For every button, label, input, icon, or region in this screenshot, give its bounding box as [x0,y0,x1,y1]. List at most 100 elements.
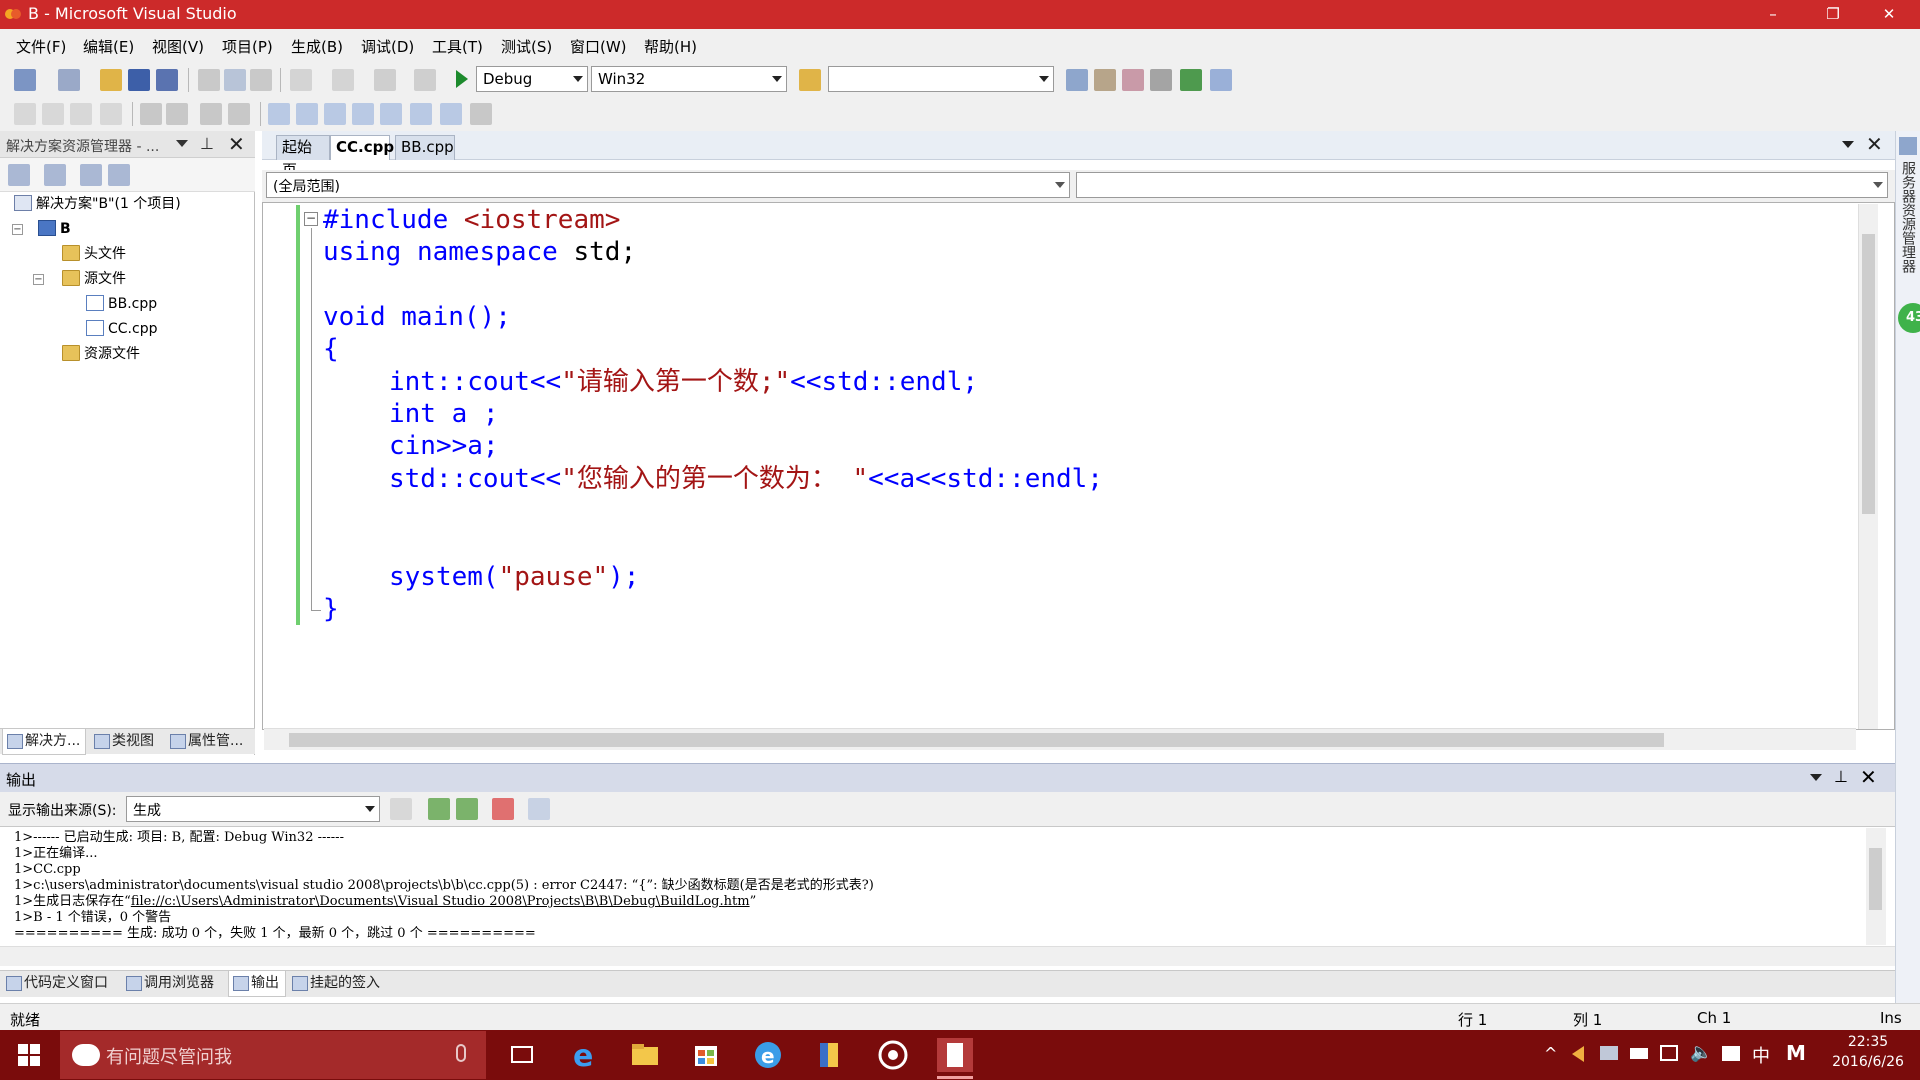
bookmark-next-folder-icon[interactable] [380,103,402,125]
member-dropdown[interactable] [1076,172,1888,198]
add-item-icon[interactable] [58,69,80,91]
windows-start-icon[interactable] [18,1044,40,1066]
start-debugging-icon[interactable] [456,70,468,88]
tab-property-manager[interactable]: 属性管... [166,729,252,755]
indent-icon[interactable] [166,103,188,125]
next-message-icon[interactable] [456,798,478,820]
redo-icon[interactable] [332,69,354,91]
collapse-icon[interactable]: − [33,274,44,285]
menu-window[interactable]: 窗口(W) [570,36,627,57]
battery-icon[interactable] [1630,1048,1648,1059]
store-icon[interactable] [688,1038,724,1072]
tree-folder-sources[interactable]: 源文件 [62,268,126,290]
tree-file-cc[interactable]: CC.cpp [86,318,157,340]
menu-view[interactable]: 视图(V) [152,36,204,57]
tray-device-icon[interactable] [1600,1046,1618,1060]
outdent-icon[interactable] [140,103,162,125]
find-combo[interactable] [828,66,1054,92]
tree-folder-headers[interactable]: 头文件 [62,243,126,265]
ime-indicator[interactable]: 中 [1752,1042,1770,1068]
chevron-down-icon[interactable] [176,140,188,147]
solution-platform-dropdown[interactable]: Win32 [591,66,787,92]
notification-badge[interactable]: 43 [1898,303,1920,333]
tab-solution-explorer[interactable]: 解决方... [2,729,86,755]
copy-icon[interactable] [224,69,246,91]
tree-file-bb[interactable]: BB.cpp [86,293,157,315]
menu-build[interactable]: 生成(B) [291,36,343,57]
bookmark-prev-icon[interactable] [296,103,318,125]
menu-project[interactable]: 项目(P) [222,36,273,57]
menu-file[interactable]: 文件(F) [16,36,66,57]
scroll-thumb[interactable] [289,733,1664,747]
toolbox-icon[interactable] [1150,69,1172,91]
folder-app-icon[interactable] [811,1038,847,1072]
member-list-icon[interactable] [14,103,36,125]
task-view-icon[interactable] [504,1038,540,1072]
server-explorer-label[interactable]: 服务器资源管理器 [1900,161,1916,273]
chevron-down-icon[interactable] [1842,141,1854,148]
pin-icon[interactable]: ⊥ [200,134,214,153]
tree-solution[interactable]: 解决方案"B"(1 个项目) [14,193,181,215]
navigate-backward-icon[interactable] [374,69,396,91]
close-button[interactable]: ✕ [1866,0,1912,29]
refresh-icon[interactable] [80,164,102,186]
tab-output[interactable]: 输出 [228,971,286,997]
collapse-icon[interactable]: − [12,224,23,235]
class-diagram-icon[interactable] [108,164,130,186]
scope-dropdown[interactable]: (全局范围) [266,172,1070,198]
parameter-info-icon[interactable] [42,103,64,125]
go-to-code-icon[interactable] [390,798,412,820]
save-all-icon[interactable] [156,69,178,91]
bookmark-toggle-icon[interactable] [268,103,290,125]
cut-icon[interactable] [198,69,220,91]
output-source-dropdown[interactable]: 生成 [126,796,380,822]
properties-icon[interactable] [8,164,30,186]
tab-cc-cpp[interactable]: CC.cpp [330,135,394,160]
scroll-thumb[interactable] [1869,848,1882,910]
pin-icon[interactable]: ⊥ [1834,767,1848,786]
scroll-thumb[interactable] [1862,234,1875,514]
build-log-link[interactable]: file://c:\Users\Administrator\Documents\… [131,894,750,909]
more-windows-icon[interactable] [1210,69,1232,91]
prev-message-icon[interactable] [428,798,450,820]
minimize-button[interactable]: – [1750,0,1796,29]
tab-class-view[interactable]: 类视图 [90,729,164,755]
solution-config-dropdown[interactable]: Debug [476,66,588,92]
menu-debug[interactable]: 调试(D) [361,36,414,57]
paste-icon[interactable] [250,69,272,91]
tree-folder-resources[interactable]: 资源文件 [62,343,140,365]
output-text-area[interactable]: 1>------ 已启动生成: 项目: B, 配置: Debug Win32 -… [0,826,1895,946]
close-icon[interactable]: ✕ [1860,765,1877,789]
menu-tools[interactable]: 工具(T) [432,36,483,57]
navigate-forward-icon[interactable] [414,69,436,91]
close-icon[interactable]: ✕ [1866,132,1883,156]
edge-icon[interactable]: e [566,1038,602,1074]
ie-icon[interactable]: e [750,1038,786,1072]
tab-start-page[interactable]: 起始页 [276,135,330,179]
show-hidden-icons-icon[interactable]: ^ [1544,1044,1557,1063]
bookmark-next-icon[interactable] [324,103,346,125]
undo-icon[interactable] [290,69,312,91]
new-project-icon[interactable] [14,69,36,91]
action-center-icon[interactable] [1722,1046,1740,1061]
volume-icon[interactable]: 🔈 [1690,1042,1712,1063]
editor-vertical-scrollbar[interactable] [1858,204,1878,729]
tab-call-browser[interactable]: 调用浏览器 [122,971,226,997]
properties-icon[interactable] [1094,69,1116,91]
clear-bookmarks-icon[interactable] [470,103,492,125]
outline-collapse-icon[interactable]: − [304,212,318,226]
open-file-icon[interactable] [100,69,122,91]
tree-project[interactable]: B [38,218,71,240]
object-browser-icon[interactable] [1122,69,1144,91]
clear-all-icon[interactable] [492,798,514,820]
output-vertical-scrollbar[interactable] [1866,828,1886,945]
taskbar-search-box[interactable]: 有问题尽管问我 [60,1031,486,1079]
uncomment-icon[interactable] [228,103,250,125]
document-app-icon[interactable] [937,1038,973,1072]
start-page-icon[interactable] [1180,69,1202,91]
ime-mode-indicator[interactable]: M [1786,1041,1806,1065]
tray-app-icon[interactable] [1572,1046,1584,1062]
quick-info-icon[interactable] [70,103,92,125]
chevron-down-icon[interactable] [1810,774,1822,781]
bookmark-prev-folder-icon[interactable] [352,103,374,125]
